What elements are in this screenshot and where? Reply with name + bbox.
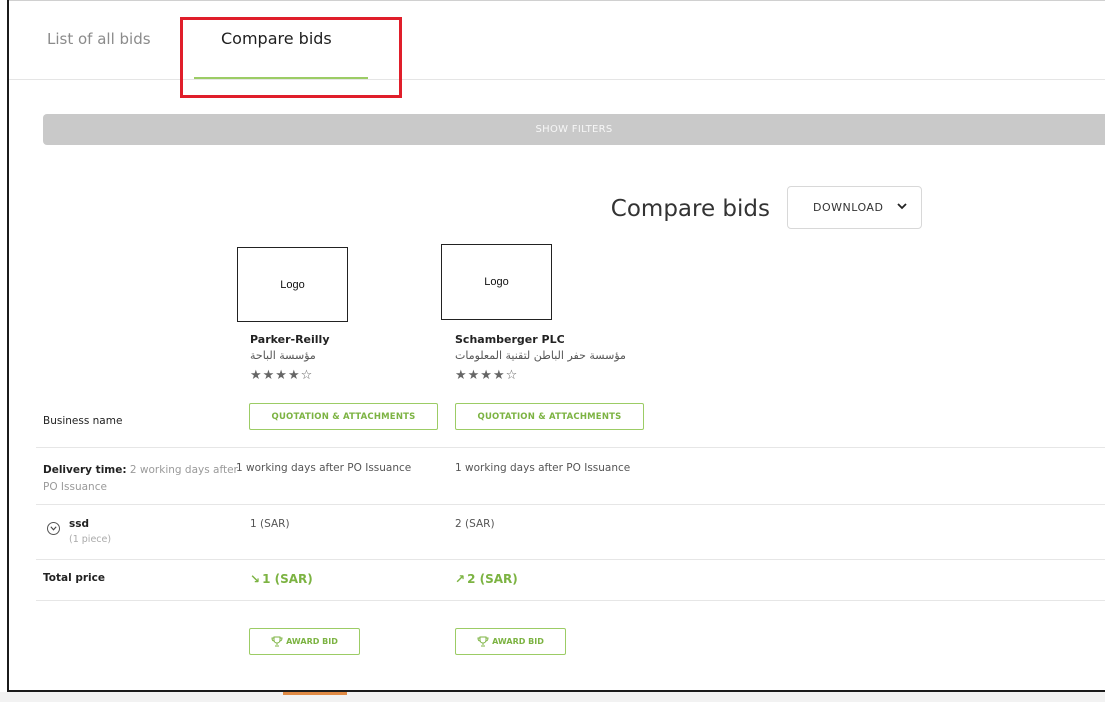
award-bid-label: AWARD BID bbox=[286, 637, 338, 646]
item-name: ssd bbox=[69, 518, 90, 530]
award-bid-label: AWARD BID bbox=[492, 637, 544, 646]
total-price-highest: ↗ 2 (SAR) bbox=[455, 572, 518, 586]
row-divider bbox=[36, 600, 1105, 601]
tab-bar: List of all bids Compare bids bbox=[9, 0, 1105, 80]
download-dropdown[interactable]: DOWNLOAD bbox=[787, 186, 922, 229]
vendor-name-arabic: مؤسسة حفر الباطن لتقنية المعلومات bbox=[455, 349, 626, 362]
vendor-logo: Logo bbox=[441, 244, 552, 320]
delivery-time-label: Delivery time: 2 working days after PO I… bbox=[43, 462, 238, 496]
quotation-attachments-button[interactable]: QUOTATION & ATTACHMENTS bbox=[249, 403, 438, 430]
total-price-value: 2 (SAR) bbox=[467, 572, 518, 586]
delivery-time-value: 1 working days after PO Issuance bbox=[236, 462, 412, 474]
show-filters-button[interactable]: SHOW FILTERS bbox=[43, 114, 1105, 145]
tab-list-of-all-bids[interactable]: List of all bids bbox=[47, 30, 151, 48]
arrow-up-right-icon: ↗ bbox=[455, 572, 466, 586]
delivery-time-title: Delivery time: bbox=[43, 464, 127, 476]
award-bid-button[interactable]: AWARD BID bbox=[249, 628, 360, 655]
show-filters-label: SHOW FILTERS bbox=[535, 124, 613, 135]
award-bid-button[interactable]: AWARD BID bbox=[455, 628, 566, 655]
chevron-down-icon bbox=[897, 202, 908, 213]
taskbar-accent bbox=[283, 692, 347, 695]
total-price-title: Total price bbox=[43, 572, 105, 584]
vendor-name-arabic: مؤسسة الباحة bbox=[250, 349, 316, 362]
trophy-icon bbox=[477, 636, 489, 647]
row-divider bbox=[36, 447, 1105, 448]
item-quantity: (1 piece) bbox=[69, 534, 112, 545]
vendor-logo: Logo bbox=[237, 247, 348, 322]
row-divider bbox=[36, 504, 1105, 505]
item-price: 1 (SAR) bbox=[250, 518, 290, 530]
rating-stars: ★★★★☆ bbox=[250, 368, 314, 383]
annotation-highlight-box bbox=[180, 17, 402, 98]
circle-chevron-down-icon[interactable] bbox=[47, 522, 60, 535]
page-title: Compare bids bbox=[610, 196, 770, 222]
delivery-time-requested-cont: PO Issuance bbox=[43, 481, 107, 493]
total-price-value: 1 (SAR) bbox=[262, 572, 313, 586]
rating-stars: ★★★★☆ bbox=[455, 368, 519, 383]
window-left-border bbox=[7, 0, 9, 702]
trophy-icon bbox=[271, 636, 283, 647]
quotation-attachments-button[interactable]: QUOTATION & ATTACHMENTS bbox=[455, 403, 644, 430]
total-price-label: Total price bbox=[43, 572, 105, 584]
vendor-name: Schamberger PLC bbox=[455, 333, 565, 346]
download-label: DOWNLOAD bbox=[813, 201, 884, 214]
taskbar-strip bbox=[0, 692, 1105, 702]
business-name-label: Business name bbox=[43, 415, 123, 427]
row-divider bbox=[36, 559, 1105, 560]
delivery-time-requested: 2 working days after bbox=[129, 464, 238, 476]
arrow-down-right-icon: ↘ bbox=[250, 572, 261, 586]
total-price-lowest: ↘ 1 (SAR) bbox=[250, 572, 313, 586]
item-price: 2 (SAR) bbox=[455, 518, 495, 530]
delivery-time-value: 1 working days after PO Issuance bbox=[455, 462, 631, 474]
vendor-name: Parker-Reilly bbox=[250, 333, 330, 346]
